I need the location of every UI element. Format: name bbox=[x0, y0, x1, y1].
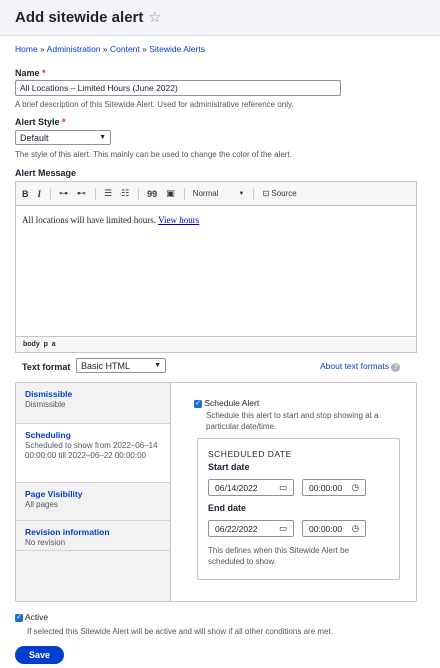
end-date-input[interactable]: 06/22/2022 ▭ bbox=[208, 520, 294, 537]
tab-dismissible[interactable]: Dismissible Dismissible bbox=[16, 383, 170, 424]
name-description: A brief description of this Sitewide Ale… bbox=[15, 100, 294, 109]
end-time-input[interactable]: 00:00:00 ◷ bbox=[302, 520, 366, 537]
start-time-input[interactable]: 00:00:00 ◷ bbox=[302, 479, 366, 496]
unlink-icon[interactable]: ⊷ bbox=[77, 188, 86, 199]
text-format-select[interactable]: Basic HTML ▼ bbox=[76, 358, 166, 373]
active-label: Active bbox=[24, 612, 49, 622]
alert-style-value: Default bbox=[20, 132, 49, 143]
italic-button[interactable]: I bbox=[38, 189, 42, 199]
about-text-formats-text: About text formats bbox=[320, 361, 389, 371]
breadcrumb-administration[interactable]: Administration bbox=[47, 44, 101, 54]
calendar-icon: ▭ bbox=[278, 523, 287, 533]
breadcrumb-sitewide-alerts[interactable]: Sitewide Alerts bbox=[149, 44, 205, 54]
tab-title: Page Visibility bbox=[25, 489, 83, 499]
tab-title: Scheduling bbox=[25, 430, 71, 440]
name-label: Name * bbox=[15, 68, 46, 78]
breadcrumb-home[interactable]: Home bbox=[15, 44, 38, 54]
schedule-alert-checkbox[interactable]: ✓ Schedule Alert bbox=[194, 398, 259, 408]
image-icon[interactable]: ▣ bbox=[166, 188, 175, 199]
blockquote-button[interactable]: 99 bbox=[147, 189, 157, 199]
star-icon[interactable]: ☆ bbox=[148, 8, 161, 26]
caret-down-icon: ▼ bbox=[154, 362, 161, 369]
source-label: Source bbox=[271, 189, 297, 198]
alert-message-label: Alert Message bbox=[15, 168, 77, 178]
clock-icon: ◷ bbox=[351, 482, 359, 492]
alert-style-label: Alert Style * bbox=[15, 117, 66, 127]
view-hours-link[interactable]: View hours bbox=[158, 215, 199, 225]
scheduled-date-fieldset: SCHEDULED DATE Start date 06/14/2022 ▭ 00… bbox=[197, 438, 400, 580]
checkbox-checked-icon: ✓ bbox=[194, 399, 202, 408]
end-date-value: 06/22/2022 bbox=[215, 523, 258, 534]
breadcrumb: Home » Administration » Content » Sitewi… bbox=[15, 44, 205, 54]
start-date-value: 06/14/2022 bbox=[215, 482, 258, 493]
format-dropdown[interactable]: Normal bbox=[193, 189, 219, 198]
start-time-value: 00:00:00 bbox=[309, 482, 343, 493]
bulleted-list-icon[interactable]: ☰ bbox=[104, 188, 112, 199]
rich-text-editor: B I ⊶ ⊷ ☰ ☷ 99 ▣ Normal ▼ ⊡ Source All l… bbox=[15, 181, 417, 353]
caret-down-icon: ▼ bbox=[99, 134, 106, 141]
tab-title: Dismissible bbox=[25, 389, 73, 399]
calendar-icon: ▭ bbox=[278, 482, 287, 492]
numbered-list-icon[interactable]: ☷ bbox=[121, 188, 129, 199]
about-text-formats-link[interactable]: About text formats ? bbox=[320, 361, 401, 372]
tabs-filler bbox=[16, 551, 170, 601]
active-description: If selected this Sitewide Alert will be … bbox=[27, 627, 333, 636]
alert-style-label-text: Alert Style bbox=[15, 117, 60, 127]
editor-toolbar: B I ⊶ ⊷ ☰ ☷ 99 ▣ Normal ▼ ⊡ Source bbox=[16, 182, 416, 206]
chevron-down-icon[interactable]: ▼ bbox=[238, 191, 244, 197]
end-date-label: End date bbox=[208, 503, 247, 513]
toolbar-divider bbox=[95, 187, 97, 200]
help-icon: ? bbox=[391, 363, 401, 372]
text-format-label: Text format bbox=[22, 362, 71, 372]
page-title: Add sitewide alert bbox=[15, 9, 144, 26]
tab-summary: Dismissible bbox=[25, 400, 66, 409]
schedule-alert-label: Schedule Alert bbox=[204, 398, 260, 408]
path-body[interactable]: body bbox=[23, 341, 40, 348]
toolbar-divider bbox=[253, 187, 255, 200]
name-input[interactable] bbox=[15, 80, 341, 96]
toolbar-divider bbox=[138, 187, 140, 200]
tab-summary: All pages bbox=[25, 500, 58, 509]
start-date-label: Start date bbox=[208, 462, 250, 472]
tab-summary: Scheduled to show from 2022–06–14 00:00:… bbox=[25, 441, 158, 460]
tab-revision-information[interactable]: Revision information No revision bbox=[16, 521, 170, 551]
page-header: Add sitewide alert ☆ bbox=[0, 0, 440, 36]
checkbox-checked-icon: ✓ bbox=[15, 613, 23, 622]
source-icon: ⊡ bbox=[262, 189, 270, 198]
fieldset-title: SCHEDULED DATE bbox=[208, 449, 292, 459]
save-button[interactable]: Save bbox=[15, 646, 64, 664]
tab-page-visibility[interactable]: Page Visibility All pages bbox=[16, 483, 170, 521]
path-a[interactable]: a bbox=[52, 341, 56, 348]
element-path: body p a bbox=[16, 336, 416, 352]
bold-button[interactable]: B bbox=[22, 189, 29, 199]
scheduling-note: This defines when this Sitewide Alert be… bbox=[208, 546, 349, 566]
tab-scheduling[interactable]: Scheduling Scheduled to show from 2022–0… bbox=[16, 424, 171, 483]
active-checkbox[interactable]: ✓ Active bbox=[15, 612, 48, 622]
toolbar-divider bbox=[183, 187, 185, 200]
alert-style-description: The style of this alert. This mainly can… bbox=[15, 150, 292, 159]
breadcrumb-content[interactable]: Content bbox=[110, 44, 140, 54]
schedule-alert-description: Schedule this alert to start and stop sh… bbox=[206, 411, 379, 431]
scheduling-panel: ✓ Schedule Alert Schedule this alert to … bbox=[170, 383, 416, 601]
editor-text: All locations will have limited hours. bbox=[22, 215, 156, 225]
end-time-value: 00:00:00 bbox=[309, 523, 343, 534]
vertical-tabs: Dismissible Dismissible Scheduling Sched… bbox=[15, 382, 417, 602]
link-icon[interactable]: ⊶ bbox=[59, 188, 68, 199]
source-button[interactable]: ⊡ Source bbox=[262, 189, 296, 198]
required-marker: * bbox=[62, 117, 66, 127]
text-format-value: Basic HTML bbox=[81, 360, 131, 371]
editor-content[interactable]: All locations will have limited hours. V… bbox=[22, 215, 199, 225]
required-marker: * bbox=[42, 68, 46, 78]
tab-title: Revision information bbox=[25, 527, 110, 537]
path-p[interactable]: p bbox=[44, 341, 48, 348]
alert-style-select[interactable]: Default ▼ bbox=[15, 130, 111, 145]
start-date-input[interactable]: 06/14/2022 ▭ bbox=[208, 479, 294, 496]
tab-summary: No revision bbox=[25, 538, 66, 547]
name-label-text: Name bbox=[15, 68, 40, 78]
clock-icon: ◷ bbox=[351, 523, 359, 533]
toolbar-divider bbox=[50, 187, 52, 200]
